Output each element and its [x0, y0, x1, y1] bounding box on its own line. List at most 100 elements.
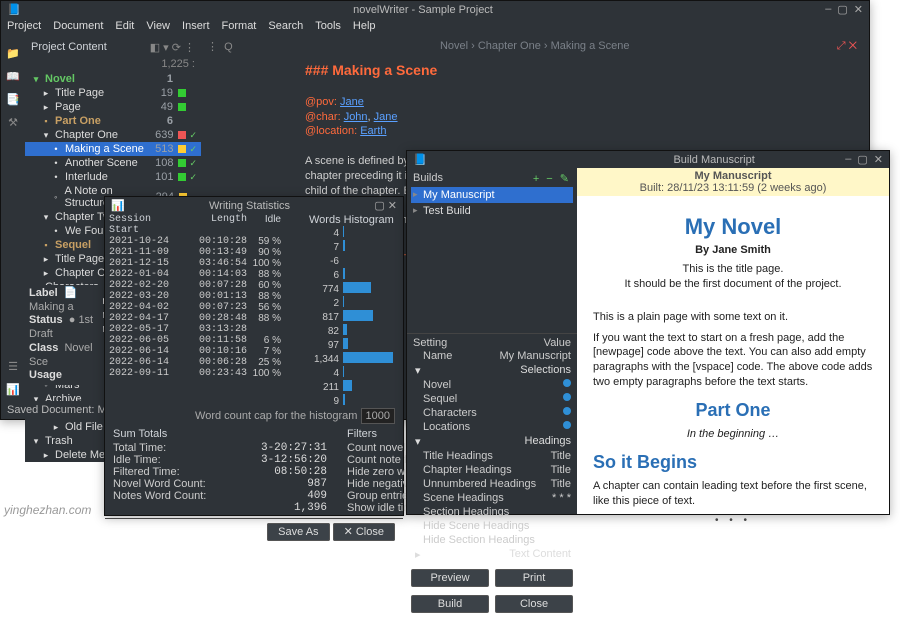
menu-view[interactable]: View — [146, 20, 170, 32]
builds-toolbar[interactable]: + − ✎ — [533, 172, 571, 185]
tree-row[interactable]: ▾Novel1 — [25, 72, 201, 86]
menu-bar: Project Document Edit View Insert Format… — [1, 18, 869, 34]
build-max-icon[interactable]: ▢ — [857, 153, 867, 166]
menu-search[interactable]: Search — [268, 20, 303, 32]
stats-row[interactable]: 2022-09-1100:23:43100 % — [105, 368, 305, 379]
stats-row[interactable]: 2022-04-1700:28:4888 % — [105, 313, 305, 324]
tree-row[interactable]: ▪Part One6 — [25, 114, 201, 128]
project-icon[interactable]: 📁 — [6, 47, 20, 60]
maximize-icon[interactable]: ▢ — [837, 3, 847, 16]
build-close-button[interactable]: Close — [495, 595, 573, 613]
tree-row[interactable]: ▸Title Page19 — [25, 86, 201, 100]
menu-help[interactable]: Help — [353, 20, 376, 32]
col-session[interactable]: Session Start — [109, 214, 185, 236]
tree-row[interactable]: •Interlude101✓ — [25, 170, 201, 184]
menu-tools[interactable]: Tools — [315, 20, 341, 32]
menu-project[interactable]: Project — [7, 20, 41, 32]
tree-row[interactable]: ▸Page49 — [25, 100, 201, 114]
build-item-1[interactable]: Test Build — [411, 203, 573, 219]
loc-link[interactable]: Earth — [360, 125, 386, 137]
selection-row[interactable]: Sequel — [411, 392, 573, 406]
pov-link[interactable]: Jane — [340, 96, 364, 108]
heading-row[interactable]: Unnumbered HeadingsTitle — [411, 477, 573, 491]
heading-row[interactable]: Title HeadingsTitle — [411, 449, 573, 463]
stats-row[interactable]: 2021-10-2400:10:2859 % — [105, 236, 305, 247]
tree-toolbar[interactable]: ◧ ▾ ⟳ ⋮ — [150, 41, 195, 54]
char-link-1[interactable]: John — [344, 111, 368, 123]
heading-row[interactable]: Hide Section Headings — [411, 533, 573, 547]
outline-icon[interactable]: 📑 — [6, 93, 20, 106]
menu-format[interactable]: Format — [222, 20, 257, 32]
tree-row[interactable]: •Making a Scene513✓ — [25, 142, 201, 156]
menu-document[interactable]: Document — [53, 20, 103, 32]
build-preview-pane: Build Manuscript –▢ ✕ My ManuscriptBuilt:… — [577, 151, 889, 514]
watermark: yinghezhan.com — [4, 503, 91, 517]
stats-row[interactable]: 2022-01-0400:14:0388 % — [105, 269, 305, 280]
stats-row[interactable]: 2022-06-0500:11:586 % — [105, 335, 305, 346]
doc-part: Part One — [593, 400, 873, 421]
editor-head: ⋮ Q Novel › Chapter One › Making a Scene… — [201, 37, 863, 55]
build-button[interactable]: Build — [411, 595, 489, 613]
stats-row[interactable]: 2022-05-1703:13:28 — [105, 324, 305, 335]
selection-row[interactable]: Locations — [411, 420, 573, 434]
build-preview-doc: My Novel By Jane Smith This is the title… — [577, 196, 889, 536]
app-icon: 📘 — [7, 3, 21, 16]
stats-row[interactable]: 2022-02-2000:07:2860 % — [105, 280, 305, 291]
setting-hdr[interactable]: Setting — [413, 337, 447, 349]
tree-row[interactable]: •Another Scene108✓ — [25, 156, 201, 170]
stats-icon[interactable]: 📊 — [6, 383, 20, 396]
hist-cap-value[interactable]: 1000 — [361, 408, 395, 424]
editor-tools[interactable]: ⋮ Q — [207, 40, 233, 53]
selection-row[interactable]: Novel — [411, 378, 573, 392]
sum-totals: Sum Totals Total Time:3-20:27:31Idle Tim… — [113, 428, 327, 514]
minimize-icon[interactable]: – — [825, 3, 831, 16]
stats-row[interactable]: 2021-11-0900:13:4990 % — [105, 247, 305, 258]
save-as-button[interactable]: Save As — [267, 523, 329, 541]
heading-row[interactable]: Scene Headings* * * — [411, 491, 573, 505]
stats-close-button[interactable]: ✕ Close — [333, 523, 395, 541]
stats-row[interactable]: 2022-03-2000:01:1388 % — [105, 291, 305, 302]
stats-row[interactable]: 2021-12-1503:46:54100 % — [105, 258, 305, 269]
build-banner: My ManuscriptBuilt: 28/11/23 13:11:59 (2… — [577, 168, 889, 196]
tree-row[interactable]: ▾Chapter One639✓ — [25, 128, 201, 142]
tree-total: 1,225 — [161, 58, 189, 70]
stats-row[interactable]: 2022-06-1400:06:2825 % — [105, 357, 305, 368]
stats-window: 📊 Writing Statistics ▢ ✕ Session Start L… — [104, 196, 404, 516]
stats-close-icon[interactable]: ▢ ✕ — [374, 199, 397, 212]
value-hdr[interactable]: Value — [544, 337, 571, 349]
main-title: novelWriter - Sample Project — [353, 4, 493, 16]
doc-title: My Novel — [593, 214, 873, 240]
novel-icon[interactable]: 📖 — [6, 70, 20, 83]
loc-keyword: @location: — [305, 125, 357, 137]
menu-insert[interactable]: Insert — [182, 20, 210, 32]
stats-row[interactable]: 2022-06-1400:10:167 % — [105, 346, 305, 357]
print-button[interactable]: Print — [495, 569, 573, 587]
heading-row[interactable]: Hide Scene Headings — [411, 519, 573, 533]
col-hist[interactable]: Words Histogram — [309, 214, 399, 226]
heading-row[interactable]: Section Headings — [411, 505, 573, 519]
list-icon[interactable]: ☰ — [8, 360, 18, 373]
editor-close[interactable]: ⤢ ✕ — [837, 40, 857, 53]
label-box: Label 📄 Making a Status ● 1st Draft Clas… — [25, 285, 103, 385]
pov-keyword: @pov: — [305, 96, 337, 108]
build-settings: Setting Value NameMy Manuscript ▾ Select… — [407, 333, 577, 565]
heading-row[interactable]: Chapter HeadingsTitle — [411, 463, 573, 477]
build-icon[interactable]: ⚒ — [8, 116, 18, 129]
menu-edit[interactable]: Edit — [115, 20, 134, 32]
builds-label: Builds — [413, 172, 443, 185]
build-min-icon[interactable]: – — [845, 153, 851, 166]
col-length[interactable]: Length — [185, 214, 247, 236]
stats-titlebar: 📊 Writing Statistics ▢ ✕ — [105, 197, 403, 214]
close-icon[interactable]: ✕ — [854, 3, 863, 16]
selection-row[interactable]: Characters — [411, 406, 573, 420]
sum-row: Notes Word Count:409 — [113, 490, 327, 502]
col-idle[interactable]: Idle — [247, 214, 281, 236]
preview-button[interactable]: Preview — [411, 569, 489, 587]
build-item-0[interactable]: My Manuscript — [411, 187, 573, 203]
stats-row[interactable]: 2022-04-0200:07:2356 % — [105, 302, 305, 313]
char-link-2[interactable]: Jane — [374, 111, 398, 123]
build-title: Build Manuscript — [673, 154, 754, 166]
build-close-icon[interactable]: ✕ — [874, 153, 883, 166]
build-left-pane: 📘 Builds + − ✎ My Manuscript Test Build … — [407, 151, 577, 514]
tree-header: Project Content — [31, 41, 107, 54]
